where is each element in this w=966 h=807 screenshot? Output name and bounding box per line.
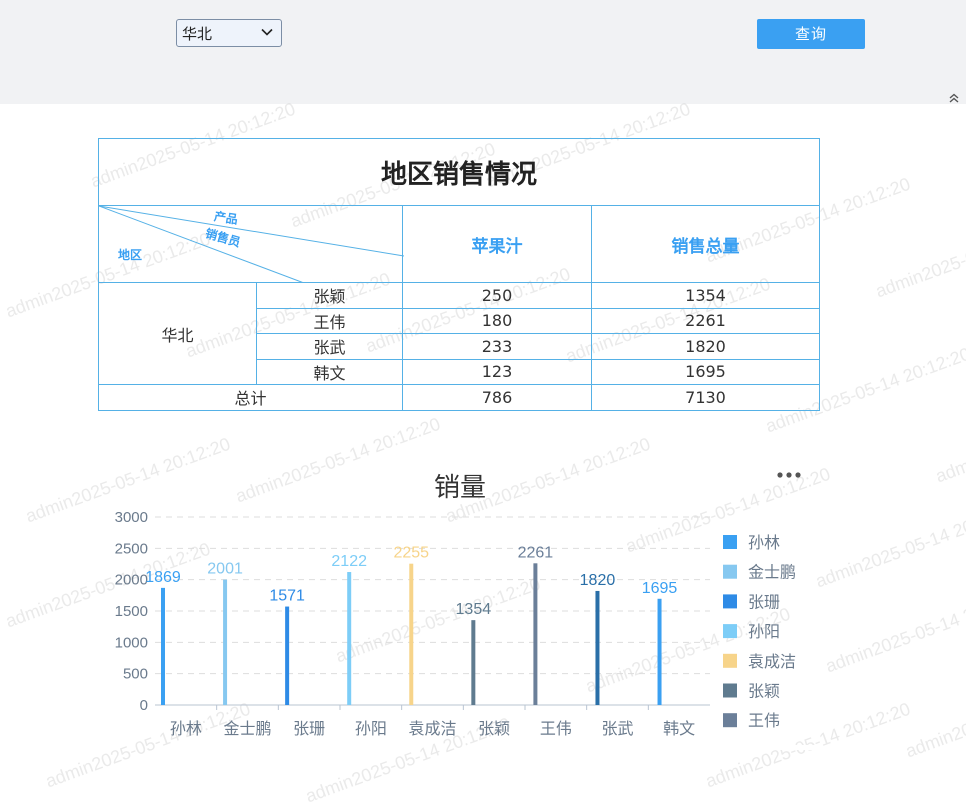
bar [595, 590, 600, 705]
juice-cell: 250 [402, 282, 592, 309]
bar [223, 579, 228, 705]
region-select[interactable]: 华北 [176, 19, 282, 47]
y-tick-label: 2500 [115, 540, 148, 557]
bar [161, 587, 165, 705]
diag-product-label: 产品 [212, 209, 239, 227]
bar [471, 620, 476, 705]
salesperson-cell: 张武 [256, 333, 403, 360]
filter-bar: 华北 查询 [0, 0, 966, 104]
total-cell: 1354 [591, 282, 820, 309]
diagonal-lines [99, 206, 404, 283]
data-label: 1820 [580, 572, 616, 589]
x-tick-label: 张颖 [478, 719, 510, 738]
sales-report-table: 地区销售情况 产品 销售员 地区 苹果汁 销售总量 华北 张颖 250 1354… [98, 138, 820, 411]
bar [409, 563, 414, 705]
watermark-text: admin2025-05-14 20:12:20 [872, 209, 966, 302]
legend-label: 金士鹏 [748, 563, 796, 582]
legend-swatch [723, 683, 737, 698]
collapse-up-icon[interactable] [947, 92, 961, 104]
legend-label: 张颖 [748, 682, 780, 701]
region-cell: 华北 [98, 282, 257, 385]
bar [657, 598, 662, 705]
juice-cell: 123 [402, 358, 592, 385]
watermark-text: admin2025-05-14 20:12:20 [822, 583, 966, 677]
diag-region-label: 地区 [118, 248, 143, 262]
sum-total: 7130 [591, 384, 820, 411]
bar [285, 606, 290, 705]
col-header-product: 苹果汁 [402, 205, 592, 283]
y-tick-label: 0 [140, 697, 148, 714]
bar [533, 563, 538, 705]
legend-label: 袁成洁 [748, 652, 796, 671]
x-tick-label: 韩文 [663, 719, 695, 738]
y-tick-label: 500 [123, 666, 148, 683]
report-title: 地区销售情况 [98, 138, 820, 206]
y-tick-label: 1000 [115, 634, 148, 651]
diagonal-header: 产品 销售员 地区 [98, 205, 404, 283]
watermark-text: admin2025-05-14 20:12:20 [902, 669, 966, 762]
legend-clip [715, 745, 820, 755]
legend-swatch [723, 535, 737, 549]
chart-title: 销量 [433, 473, 486, 503]
data-label: 2122 [331, 553, 367, 570]
query-button[interactable]: 查询 [757, 19, 865, 49]
sum-label: 总计 [98, 384, 403, 411]
watermark-text: admin2025-05-14 20:12:20 [812, 498, 966, 592]
salesperson-cell: 张颖 [256, 282, 403, 309]
watermark-text: admin2025-05-14 20:12:20 [932, 394, 966, 487]
x-tick-label: 孙林 [170, 719, 202, 738]
x-tick-label: 王伟 [540, 719, 572, 738]
table-row: 华北 张颖 250 1354 [98, 282, 820, 385]
bar [347, 572, 352, 705]
total-cell: 2261 [591, 307, 820, 334]
legend-swatch [723, 564, 737, 579]
legend-label: 张珊 [748, 592, 780, 611]
more-options-icon[interactable] [776, 470, 802, 480]
region-select-value: 华北 [182, 25, 213, 43]
data-label: 1695 [642, 580, 678, 597]
x-tick-label: 张珊 [293, 719, 325, 738]
data-label: 1354 [456, 601, 492, 618]
y-tick-label: 2000 [115, 572, 148, 589]
legend-swatch [723, 594, 737, 609]
data-label: 2261 [518, 544, 554, 561]
legend-label: 孙林 [748, 533, 780, 552]
juice-cell: 233 [402, 333, 592, 360]
x-tick-label: 孙阳 [355, 719, 387, 738]
total-cell: 1820 [591, 333, 820, 360]
sum-juice: 786 [402, 384, 592, 411]
data-label: 2001 [207, 561, 243, 578]
x-tick-label: 袁成洁 [408, 719, 456, 738]
legend-swatch [723, 624, 737, 639]
data-label: 2255 [393, 545, 429, 562]
y-tick-label: 1500 [115, 603, 148, 620]
legend-swatch [723, 653, 737, 668]
legend-label: 王伟 [748, 711, 780, 730]
legend-swatch [723, 713, 737, 728]
chevron-down-icon [261, 28, 273, 36]
x-tick-label: 金士鹏 [223, 719, 271, 738]
data-label: 1869 [145, 569, 181, 586]
legend-label: 孙阳 [748, 622, 780, 641]
data-label: 1571 [269, 588, 305, 605]
sum-row: 总计 786 7130 [98, 384, 820, 411]
sales-chart: 销量 0 500 1000 1500 2000 2500 3000 孙林 金士鹏 张珊 孙阳 袁成洁张… [100, 455, 820, 755]
y-tick-label: 3000 [115, 509, 148, 526]
salesperson-cell: 王伟 [256, 307, 403, 334]
total-cell: 1695 [591, 358, 820, 385]
juice-cell: 180 [402, 307, 592, 334]
col-header-total: 销售总量 [591, 205, 820, 283]
salesperson-cell: 韩文 [256, 358, 403, 385]
x-tick-label: 张武 [601, 719, 633, 738]
